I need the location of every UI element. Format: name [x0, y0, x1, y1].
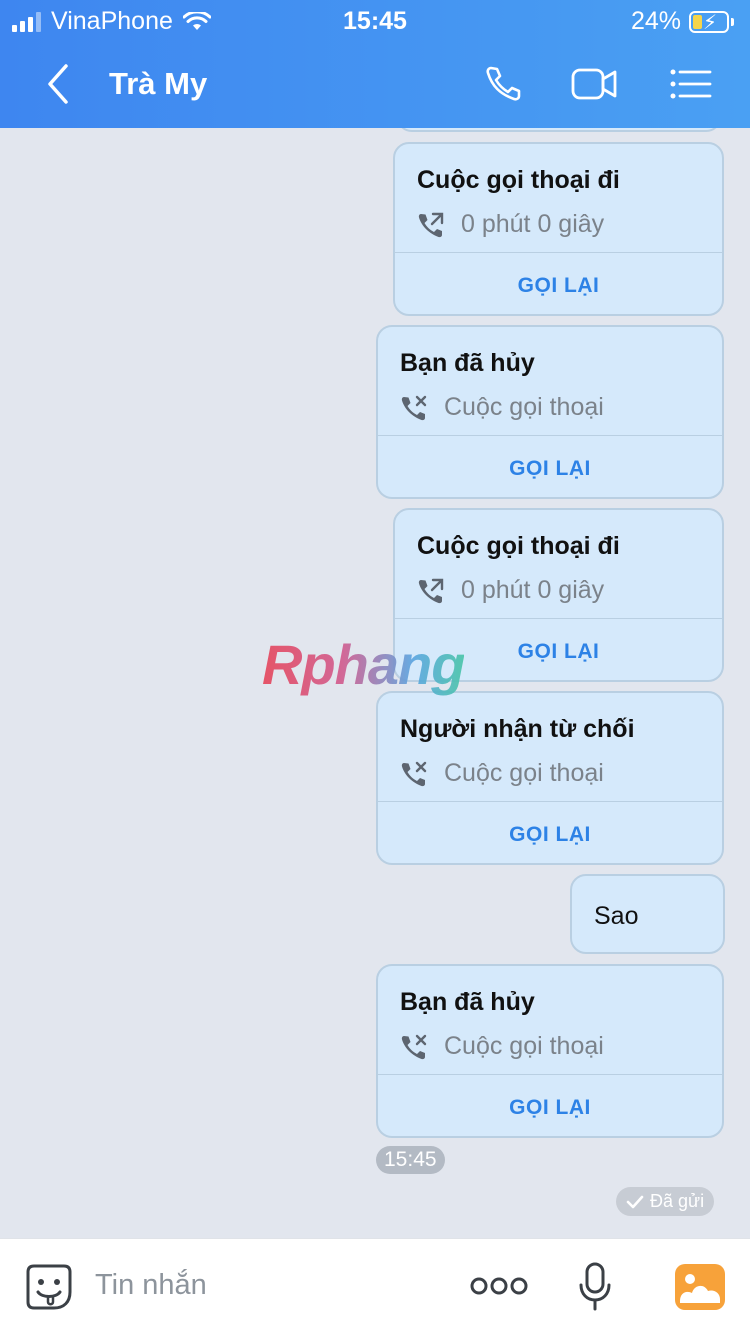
message-card-partial: [396, 128, 722, 132]
chat-header: VinaPhone 15:45 24% ⚡ Trà My: [0, 0, 750, 128]
outgoing-call-icon: [418, 212, 444, 237]
sticker-icon[interactable]: [24, 1262, 74, 1312]
call-message-card: Bạn đã hủy Cuộc gọi thoại GỌI LẠI: [376, 964, 724, 1138]
phone-call-icon[interactable]: [482, 62, 530, 106]
call-type: Cuộc gọi thoại: [444, 1032, 604, 1060]
call-title: Bạn đã hủy: [400, 988, 535, 1016]
call-title: Người nhận từ chối: [400, 715, 635, 743]
message-text: Sao: [594, 902, 639, 930]
back-icon[interactable]: [40, 62, 80, 106]
call-detail: 0 phút 0 giây: [417, 210, 604, 239]
call-title: Cuộc gọi thoại đi: [417, 532, 620, 560]
missed-call-icon: [401, 761, 427, 786]
call-detail: 0 phút 0 giây: [417, 576, 604, 605]
call-type: Cuộc gọi thoại: [444, 759, 604, 787]
call-back-button[interactable]: GỌI LẠI: [378, 1096, 722, 1120]
video-call-icon[interactable]: [570, 62, 618, 106]
call-duration: 0 phút 0 giây: [461, 576, 605, 604]
call-type: Cuộc gọi thoại: [444, 393, 604, 421]
battery-info: 24% ⚡: [631, 7, 734, 36]
sent-status-text: Đã gửi: [650, 1191, 705, 1211]
call-title: Bạn đã hủy: [400, 349, 535, 377]
missed-call-icon: [401, 1034, 427, 1059]
call-detail: Cuộc gọi thoại: [400, 393, 604, 422]
text-message[interactable]: Sao: [570, 874, 725, 954]
more-options-icon[interactable]: [470, 1274, 528, 1298]
call-title: Cuộc gọi thoại đi: [417, 166, 620, 194]
battery-percent: 24%: [630, 7, 681, 35]
menu-list-icon[interactable]: [668, 62, 716, 106]
outgoing-call-icon: [418, 578, 444, 603]
call-detail: Cuộc gọi thoại: [400, 759, 604, 788]
missed-call-icon: [401, 395, 427, 420]
call-back-button[interactable]: GỌI LẠI: [395, 274, 722, 298]
call-detail: Cuộc gọi thoại: [400, 1032, 604, 1061]
call-message-card: Cuộc gọi thoại đi 0 phút 0 giây GỌI LẠI: [393, 142, 724, 316]
battery-icon: ⚡: [689, 10, 729, 34]
call-duration: 0 phút 0 giây: [461, 210, 605, 238]
microphone-icon[interactable]: [578, 1261, 612, 1313]
contact-name[interactable]: Trà My: [109, 66, 207, 102]
nav-bar: Trà My: [0, 50, 750, 120]
call-back-button[interactable]: GỌI LẠI: [378, 823, 722, 847]
status-bar: VinaPhone 15:45 24% ⚡: [0, 0, 750, 42]
call-back-button[interactable]: GỌI LẠI: [378, 457, 722, 481]
check-icon: [626, 1195, 644, 1208]
watermark-logo: Rphang: [262, 633, 465, 696]
call-message-card: Người nhận từ chối Cuộc gọi thoại GỌI LẠ…: [376, 691, 724, 865]
call-message-card: Bạn đã hủy Cuộc gọi thoại GỌI LẠI: [376, 325, 724, 499]
message-input[interactable]: Tin nhắn: [95, 1269, 207, 1302]
message-timestamp: 15:45: [376, 1146, 445, 1174]
message-input-bar: Tin nhắn: [0, 1238, 750, 1334]
sent-status-badge: Đã gửi: [616, 1187, 715, 1216]
gallery-image-icon[interactable]: [674, 1263, 726, 1311]
